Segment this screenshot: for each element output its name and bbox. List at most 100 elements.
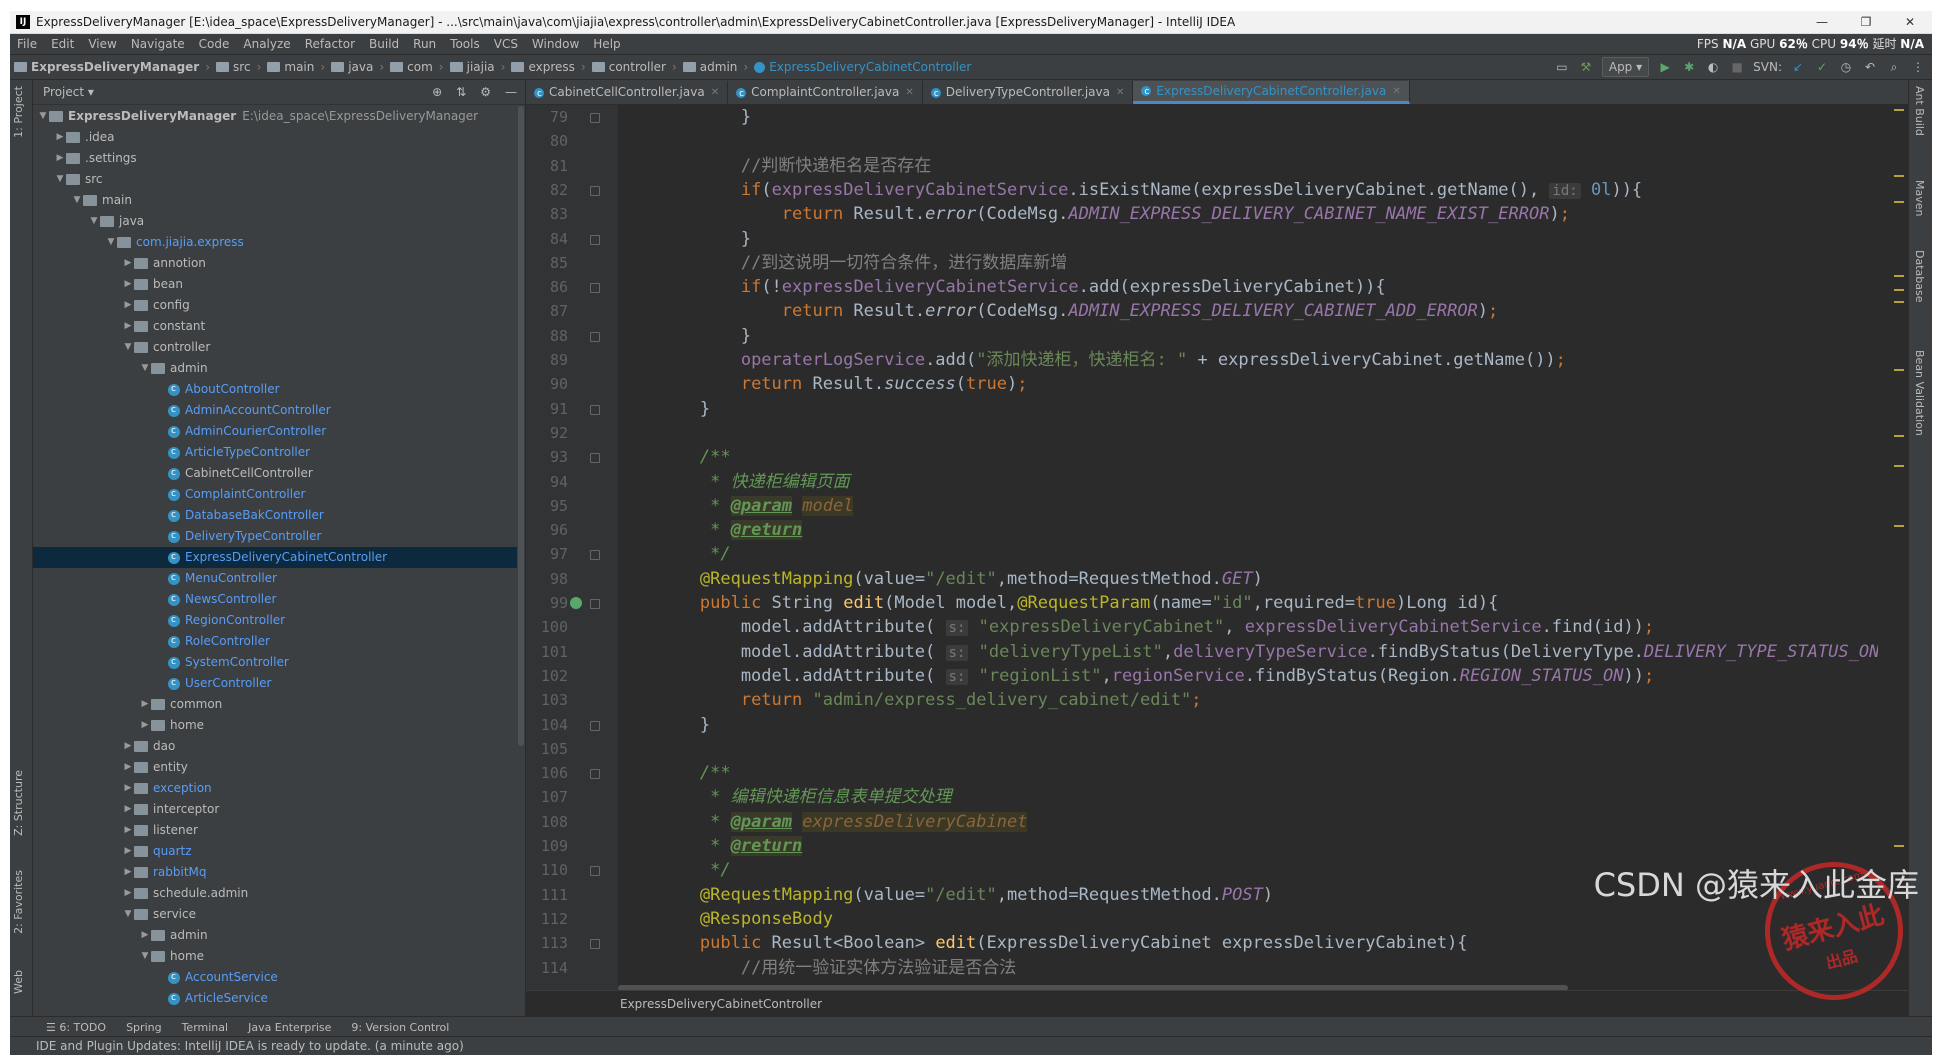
breadcrumb-project[interactable]: ExpressDeliveryManager — [10, 60, 203, 74]
collapsed-arrow-icon[interactable]: ▶ — [122, 736, 134, 757]
editor-tab[interactable]: ExpressDeliveryCabinetController.java ✕ — [1133, 81, 1410, 104]
project-scrollbar[interactable] — [518, 106, 524, 746]
tree-folder-item[interactable]: ▼ java — [33, 211, 517, 232]
svn-update-icon[interactable]: ↙ — [1790, 59, 1806, 75]
menu-build[interactable]: Build — [362, 37, 406, 51]
run-icon[interactable]: ▶ — [1657, 59, 1673, 75]
tree-folder-item[interactable]: ▼ home — [33, 946, 517, 967]
todo-tool-tab[interactable]: ☰ 6: TODO — [36, 1021, 116, 1034]
collapsed-arrow-icon[interactable]: ▶ — [122, 274, 134, 295]
collapsed-arrow-icon[interactable]: ▶ — [122, 883, 134, 904]
tree-folder-item[interactable]: ▶ .idea — [33, 127, 517, 148]
svn-commit-icon[interactable]: ✓ — [1814, 59, 1830, 75]
menu-window[interactable]: Window — [525, 37, 586, 51]
breadcrumb-com[interactable]: com — [386, 60, 437, 74]
breadcrumb-java[interactable]: java — [327, 60, 377, 74]
tree-class-item[interactable]: UserController — [33, 673, 517, 694]
breadcrumb-main[interactable]: main — [263, 60, 318, 74]
expanded-arrow-icon[interactable]: ▼ — [139, 358, 151, 379]
fold-marker-icon[interactable] — [590, 599, 600, 609]
expanded-arrow-icon[interactable]: ▼ — [122, 904, 134, 925]
coverage-icon[interactable]: ◐ — [1705, 59, 1721, 75]
fold-marker-icon[interactable] — [590, 185, 600, 196]
maven-tool-tab[interactable]: Maven — [1913, 180, 1926, 216]
menu-analyze[interactable]: Analyze — [236, 37, 297, 51]
collapsed-arrow-icon[interactable]: ▶ — [122, 316, 134, 337]
tree-folder-item[interactable]: ▶ rabbitMq — [33, 862, 517, 883]
collapsed-arrow-icon[interactable]: ▶ — [122, 799, 134, 820]
fold-marker-icon[interactable] — [590, 939, 600, 950]
close-tab-icon[interactable]: ✕ — [711, 81, 719, 104]
tree-folder-item[interactable]: ▼ service — [33, 904, 517, 925]
tree-folder-item[interactable]: ▶ annotion — [33, 253, 517, 274]
fold-marker-icon[interactable] — [590, 550, 600, 561]
tree-folder-item[interactable]: ▼ admin — [33, 358, 517, 379]
minimize-button[interactable]: — — [1800, 11, 1844, 33]
terminal-tool-tab[interactable]: Terminal — [172, 1021, 239, 1034]
expanded-arrow-icon[interactable]: ▼ — [105, 232, 117, 253]
breadcrumb-class[interactable]: ExpressDeliveryCabinetController — [750, 60, 975, 74]
svn-history-icon[interactable]: ◷ — [1838, 59, 1854, 75]
tree-folder-item[interactable]: ▶ interceptor — [33, 799, 517, 820]
tree-class-item[interactable]: DatabaseBakController — [33, 505, 517, 526]
expanded-arrow-icon[interactable]: ▼ — [37, 106, 49, 127]
collapsed-arrow-icon[interactable]: ▶ — [139, 715, 151, 736]
database-tool-tab[interactable]: Database — [1913, 250, 1926, 303]
collapsed-arrow-icon[interactable]: ▶ — [122, 778, 134, 799]
tree-class-item[interactable]: AdminAccountController — [33, 400, 517, 421]
tree-class-item[interactable]: AdminCourierController — [33, 421, 517, 442]
fold-marker-icon[interactable] — [590, 234, 600, 245]
tree-folder-item[interactable]: ▶ bean — [33, 274, 517, 295]
collapsed-arrow-icon[interactable]: ▶ — [139, 694, 151, 715]
expanded-arrow-icon[interactable]: ▼ — [88, 211, 100, 232]
collapsed-arrow-icon[interactable]: ▶ — [54, 148, 66, 169]
breadcrumb-controller[interactable]: controller — [588, 60, 670, 74]
tree-class-item[interactable]: ArticleTypeController — [33, 442, 517, 463]
collapsed-arrow-icon[interactable]: ▶ — [54, 127, 66, 148]
tree-folder-item[interactable]: ▶ dao — [33, 736, 517, 757]
tree-class-item[interactable]: ExpressDeliveryCabinetController — [33, 547, 517, 568]
tree-class-item[interactable]: RoleController — [33, 631, 517, 652]
tree-class-item[interactable]: ComplaintController — [33, 484, 517, 505]
editor-tab[interactable]: CabinetCellController.java ✕ — [526, 81, 729, 106]
tree-folder-item[interactable]: ▶ quartz — [33, 841, 517, 862]
status-message[interactable]: IDE and Plugin Updates: IntelliJ IDEA is… — [36, 1039, 464, 1053]
bean-validation-tool-tab[interactable]: Bean Validation — [1913, 350, 1926, 436]
tree-class-item[interactable]: ArticleService — [33, 988, 517, 1009]
menu-code[interactable]: Code — [192, 37, 237, 51]
more-icon[interactable]: ⋮ — [1910, 59, 1926, 75]
tree-folder-item[interactable]: ▼ com.jiajia.express — [33, 232, 517, 253]
menu-vcs[interactable]: VCS — [487, 37, 525, 51]
locate-icon[interactable]: ⊕ — [432, 85, 442, 99]
menu-file[interactable]: File — [10, 37, 44, 51]
tree-class-item[interactable]: MenuController — [33, 568, 517, 589]
fold-marker-icon[interactable] — [590, 866, 600, 877]
collapsed-arrow-icon[interactable]: ▶ — [122, 841, 134, 862]
favorites-tool-tab[interactable]: 2: Favorites — [12, 870, 25, 934]
project-view-select[interactable]: Project ▾ — [43, 85, 94, 99]
java-enterprise-tool-tab[interactable]: Java Enterprise — [238, 1021, 341, 1034]
collapse-icon[interactable]: ⇅ — [456, 85, 466, 99]
collapsed-arrow-icon[interactable]: ▶ — [122, 253, 134, 274]
run-configuration-select[interactable]: App ▾ — [1601, 57, 1650, 77]
svn-revert-icon[interactable]: ↶ — [1862, 59, 1878, 75]
build-hammer-icon[interactable]: ⚒ — [1578, 59, 1594, 75]
tree-folder-item[interactable]: ▼ main — [33, 190, 517, 211]
breadcrumb-jiajia[interactable]: jiajia — [446, 60, 499, 74]
tree-folder-item[interactable]: ▶ listener — [33, 820, 517, 841]
menu-refactor[interactable]: Refactor — [298, 37, 362, 51]
expanded-arrow-icon[interactable]: ▼ — [71, 190, 83, 211]
tree-class-item[interactable]: RegionController — [33, 610, 517, 631]
menu-tools[interactable]: Tools — [443, 37, 487, 51]
close-button[interactable]: ✕ — [1888, 11, 1932, 33]
debug-icon[interactable]: ✱ — [1681, 59, 1697, 75]
fold-marker-icon[interactable] — [590, 720, 600, 731]
tree-class-item[interactable]: SystemController — [33, 652, 517, 673]
tree-folder-item[interactable]: ▶ admin — [33, 925, 517, 946]
editor-tab[interactable]: DeliveryTypeController.java ✕ — [923, 81, 1134, 106]
fold-marker-icon[interactable] — [590, 404, 600, 415]
tree-class-item[interactable]: NewsController — [33, 589, 517, 610]
structure-tool-tab[interactable]: Z: Structure — [12, 770, 25, 836]
tree-class-item[interactable]: CabinetCellController — [33, 463, 517, 484]
fold-marker-icon[interactable] — [590, 453, 600, 464]
